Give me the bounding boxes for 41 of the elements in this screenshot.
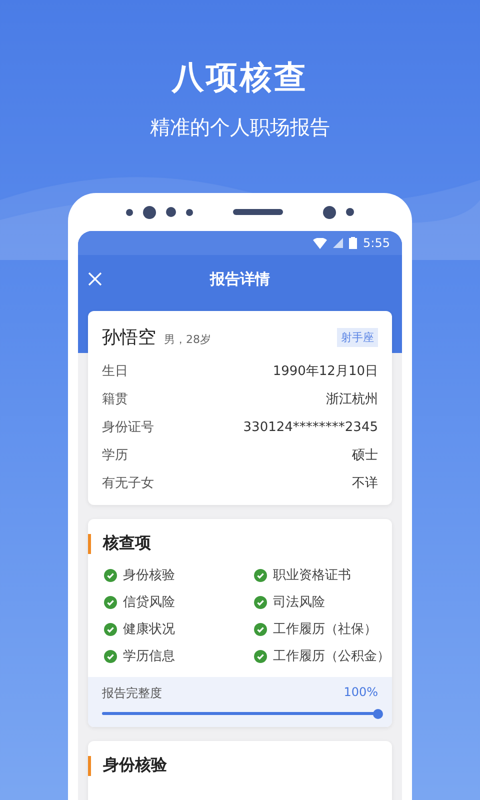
person-meta: 男，28岁 <box>164 332 211 346</box>
check-item-label: 健康状况 <box>123 621 175 638</box>
camera-lens <box>323 206 336 218</box>
check-item-label: 工作履历（公积金） <box>273 648 390 665</box>
section-title: 身份核验 <box>103 755 167 776</box>
sensor-dot <box>186 208 193 216</box>
screen-title: 报告详情 <box>210 270 270 288</box>
sensor-dot <box>346 208 354 216</box>
check-item-label: 信贷风险 <box>123 594 175 611</box>
person-name: 孙悟空 <box>102 326 156 349</box>
sensor-dot <box>166 207 176 217</box>
camera-lens <box>143 206 156 218</box>
status-time: 5:55 <box>363 236 390 250</box>
field-label: 身份证号 <box>102 419 154 436</box>
check-item-label: 身份核验 <box>123 567 175 584</box>
field-value: 硕士 <box>352 447 378 464</box>
completeness-reading: 100% <box>344 685 378 701</box>
field-label: 有无子女 <box>102 475 154 492</box>
close-icon <box>88 272 102 286</box>
wifi-icon <box>313 238 328 248</box>
sensor-dot <box>126 208 133 216</box>
check-item-label: 司法风险 <box>273 594 325 611</box>
section-title: 核查项 <box>103 533 151 554</box>
signal-icon <box>333 238 344 248</box>
completeness-label: 报告完整度 <box>102 685 162 702</box>
field-label: 籍贯 <box>102 391 128 408</box>
field-label: 生日 <box>102 363 128 380</box>
field-value: 330124********2345 <box>243 420 378 434</box>
zodiac-tag: 射手座 <box>337 328 378 346</box>
check-item-label: 学历信息 <box>123 648 175 665</box>
check-item-label: 职业资格证书 <box>273 567 351 584</box>
close-button[interactable] <box>86 270 104 288</box>
field-value: 浙江杭州 <box>326 391 378 408</box>
headline: 八项核查 <box>172 57 308 98</box>
subtitle: 精准的个人职场报告 <box>150 114 330 141</box>
field-value: 不详 <box>352 475 378 492</box>
check-item-label: 工作履历（社保） <box>273 621 377 638</box>
field-value: 1990年12月10日 <box>272 363 378 380</box>
speaker-grille <box>233 209 283 215</box>
field-label: 学历 <box>102 447 128 464</box>
battery-icon <box>349 237 358 249</box>
